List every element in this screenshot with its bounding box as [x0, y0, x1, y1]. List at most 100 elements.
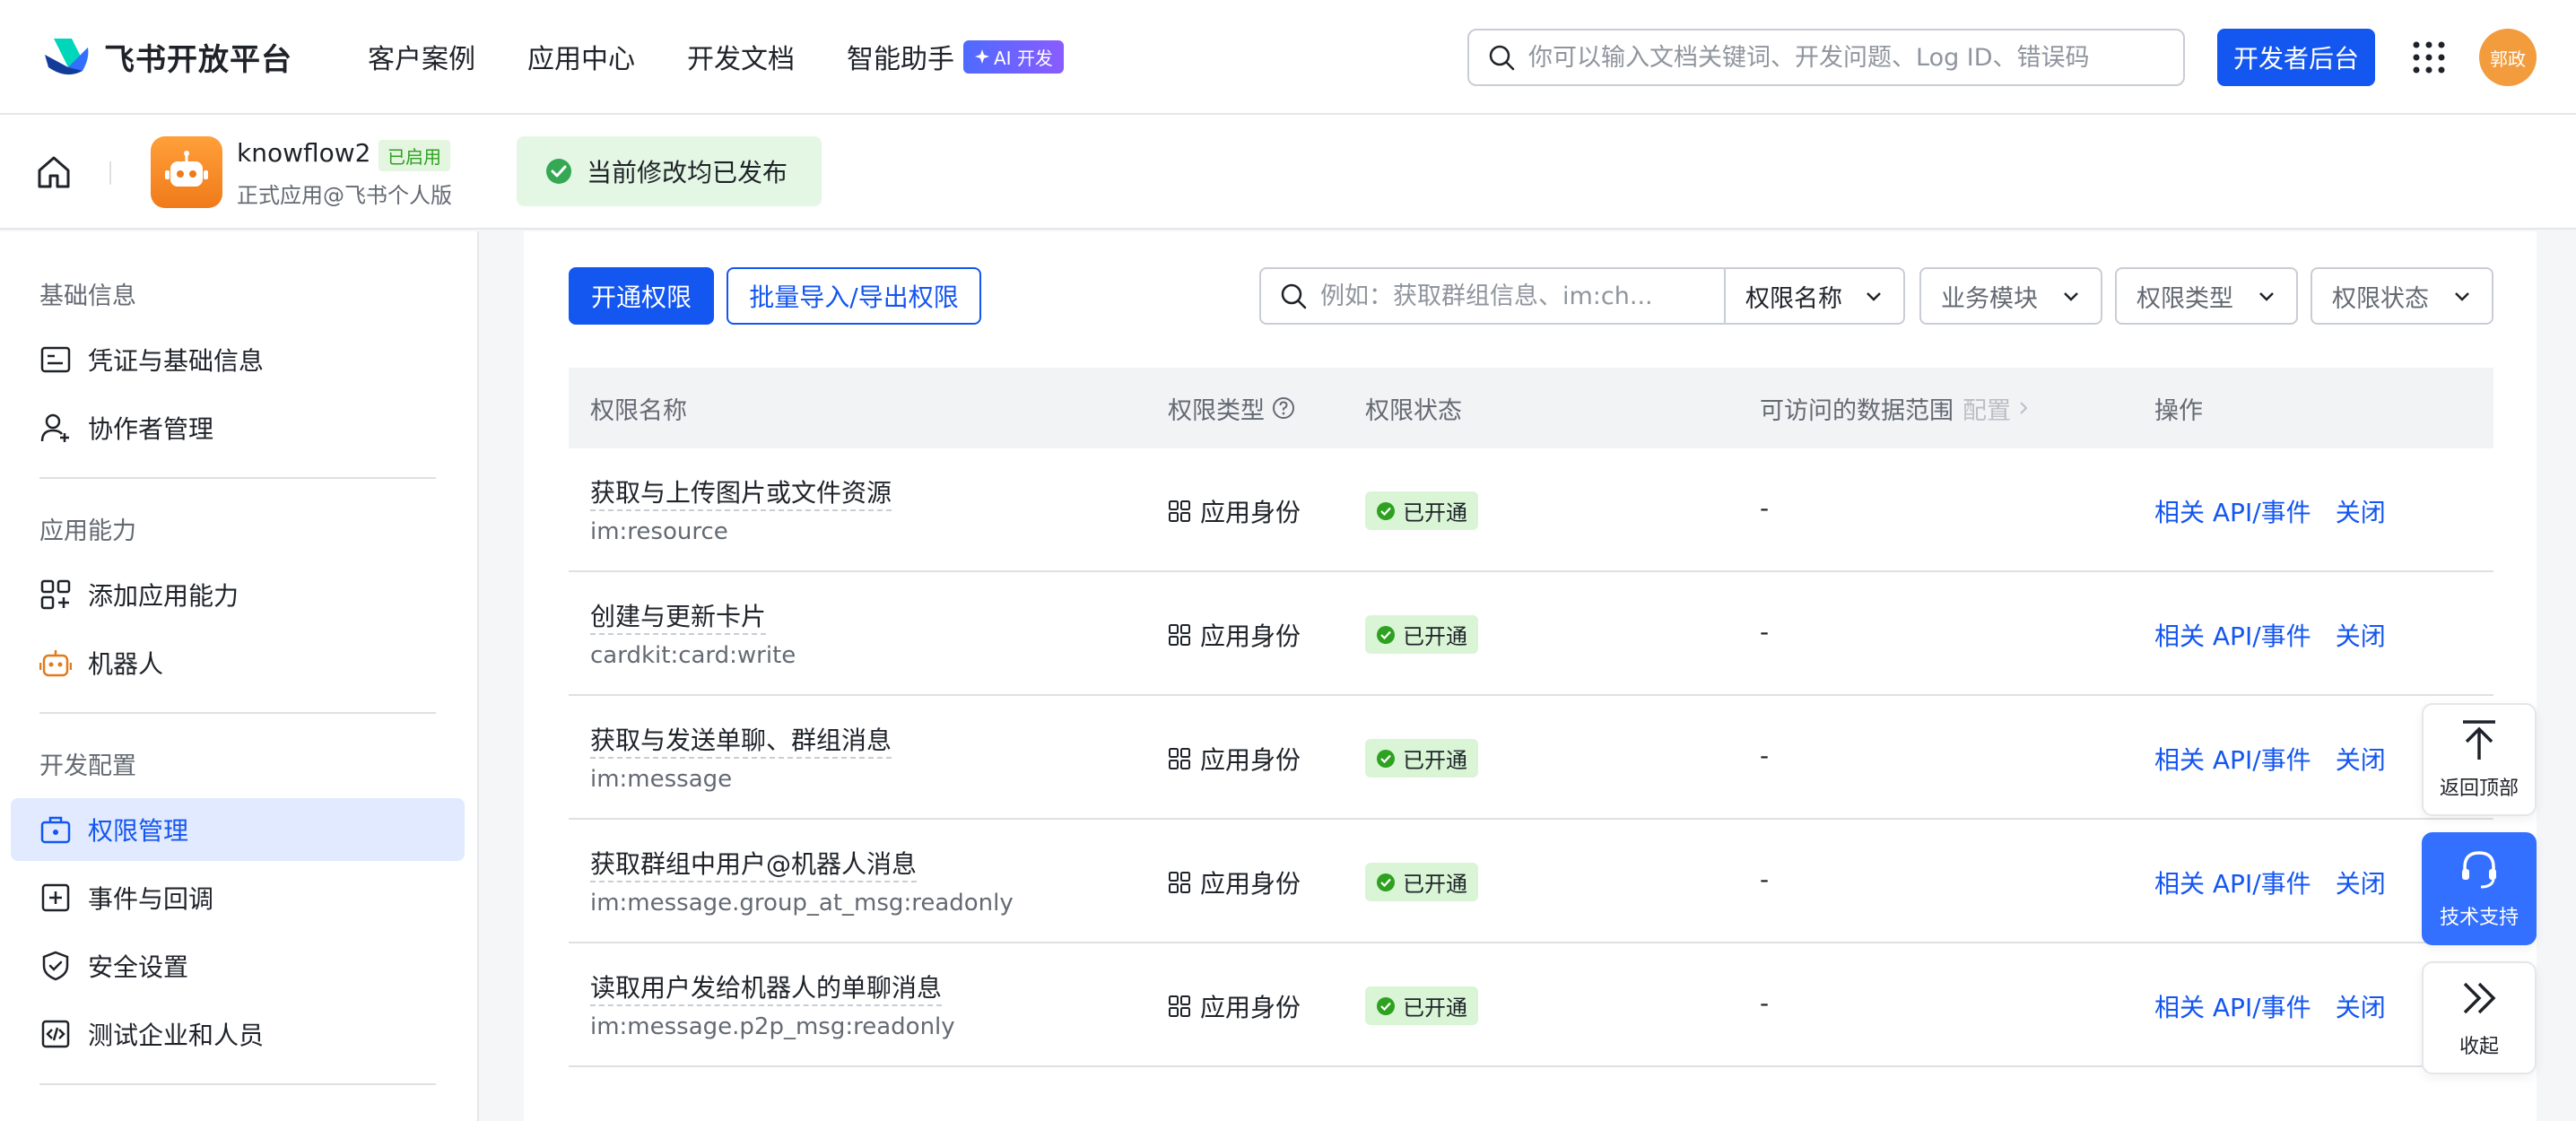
perm-name[interactable]: 读取用户发给机器人的单聊消息: [590, 973, 943, 1006]
sidebar-item-bot[interactable]: 机器人: [11, 631, 465, 694]
nav-link-app-center[interactable]: 应用中心: [527, 37, 635, 76]
help-circle-icon[interactable]: [1272, 396, 1295, 420]
header-action: 操作: [2154, 396, 2203, 425]
collapse-button[interactable]: 收起: [2422, 961, 2537, 1074]
table-row: 获取与上传图片或文件资源 im:resource 应用身份 已开通 - 相关 A…: [569, 448, 2493, 572]
home-icon[interactable]: [36, 154, 72, 190]
user-add-icon: [40, 413, 69, 442]
filter-permission-type[interactable]: 权限类型: [2115, 267, 2298, 325]
sidebar-divider: [39, 477, 436, 479]
related-api-link[interactable]: 相关 API/事件: [2154, 621, 2311, 651]
related-api-link[interactable]: 相关 API/事件: [2154, 745, 2311, 775]
sidebar-item-label: 安全设置: [88, 952, 189, 982]
app-grid-icon[interactable]: [2411, 39, 2447, 75]
close-permission-link[interactable]: 关闭: [2336, 498, 2386, 527]
divider: [109, 161, 111, 185]
global-search-input[interactable]: [1528, 43, 2156, 72]
batch-import-export-button[interactable]: 批量导入/导出权限: [727, 267, 981, 325]
perm-actions: 相关 API/事件 关闭: [2154, 865, 2386, 900]
filter-permission-name[interactable]: 权限名称: [1724, 267, 1905, 325]
sidebar-item-add-capability[interactable]: 添加应用能力: [11, 563, 465, 626]
permission-search-input[interactable]: [1320, 282, 1715, 310]
nav-links: 客户案例 应用中心 开发文档 智能助手 AI 开发: [368, 37, 1116, 76]
perm-name[interactable]: 获取群组中用户@机器人消息: [590, 849, 918, 882]
check-circle-icon: [1377, 749, 1395, 768]
ai-badge: AI 开发: [963, 39, 1064, 74]
status-badge: 已开通: [1365, 491, 1478, 530]
sidebar-item-label: 测试企业和人员: [88, 1021, 265, 1050]
grid-app-icon: [1169, 748, 1190, 769]
close-permission-link[interactable]: 关闭: [2336, 993, 2386, 1022]
perm-code: im:resource: [590, 518, 728, 545]
status-badge: 已开通: [1365, 615, 1478, 654]
filter-value: 权限状态: [2332, 284, 2429, 313]
scope-config-link[interactable]: 配置: [1962, 391, 2011, 426]
permission-search[interactable]: [1259, 267, 1729, 325]
sidebar-group-dev: 开发配置: [39, 752, 136, 780]
related-api-link[interactable]: 相关 API/事件: [2154, 498, 2311, 527]
perm-scope: -: [1760, 493, 1770, 523]
app-subtitle: 正式应用@飞书个人版: [237, 183, 452, 208]
tech-support-button[interactable]: 技术支持: [2422, 832, 2537, 945]
perm-actions: 相关 API/事件 关闭: [2154, 988, 2386, 1024]
filter-business-module[interactable]: 业务模块: [1919, 267, 2102, 325]
grid-app-icon: [1169, 500, 1190, 522]
close-permission-link[interactable]: 关闭: [2336, 745, 2386, 775]
status-badge: 已开通: [1365, 739, 1478, 778]
perm-name[interactable]: 创建与更新卡片: [590, 602, 767, 635]
developer-console-button[interactable]: 开发者后台: [2217, 29, 2375, 86]
sidebar-item-permissions[interactable]: 权限管理: [11, 798, 465, 861]
header-name: 权限名称: [590, 396, 687, 425]
table-row: 创建与更新卡片 cardkit:card:write 应用身份 已开通 - 相关…: [569, 572, 2493, 696]
filter-permission-status[interactable]: 权限状态: [2311, 267, 2493, 325]
sidebar-item-events[interactable]: 事件与回调: [11, 866, 465, 929]
grid-app-icon: [1169, 995, 1190, 1017]
chevron-down-icon: [2455, 292, 2469, 301]
back-to-top-button[interactable]: 返回顶部: [2422, 703, 2537, 816]
chevron-right-icon: [2020, 402, 2028, 414]
related-api-link[interactable]: 相关 API/事件: [2154, 869, 2311, 899]
close-permission-link[interactable]: 关闭: [2336, 621, 2386, 651]
brand[interactable]: 飞书开放平台: [41, 35, 292, 79]
enable-permission-button[interactable]: 开通权限: [569, 267, 714, 325]
perm-status-cell: 已开通: [1365, 986, 1478, 1025]
perm-name[interactable]: 获取与上传图片或文件资源: [590, 478, 892, 511]
sidebar-item-credentials[interactable]: 凭证与基础信息: [11, 328, 465, 391]
nav-link-docs[interactable]: 开发文档: [687, 37, 795, 76]
sidebar-item-collaborators[interactable]: 协作者管理: [11, 396, 465, 459]
sidebar-item-security[interactable]: 安全设置: [11, 934, 465, 997]
filter-value: 权限名称: [1745, 284, 1842, 313]
sidebar-group-basic: 基础信息: [39, 282, 136, 310]
nav-link-cases[interactable]: 客户案例: [368, 37, 475, 76]
perm-code: im:message.p2p_msg:readonly: [590, 1013, 955, 1040]
perm-name[interactable]: 获取与发送单聊、群组消息: [590, 726, 892, 759]
header-type-label: 权限类型: [1168, 396, 1265, 425]
sidebar-item-label: 权限管理: [88, 816, 189, 846]
global-search[interactable]: [1467, 29, 2185, 86]
bot-icon: [39, 650, 72, 677]
table-row: 读取用户发给机器人的单聊消息 im:message.p2p_msg:readon…: [569, 943, 2493, 1067]
chevron-down-icon: [1867, 292, 1881, 301]
user-avatar[interactable]: 郭政: [2479, 29, 2537, 86]
chevron-double-right-icon: [2463, 982, 2496, 1014]
sparkle-icon: [975, 49, 989, 64]
perm-status-cell: 已开通: [1365, 615, 1478, 654]
check-circle-icon: [1377, 625, 1395, 644]
publish-status-text: 当前修改均已发布: [587, 158, 788, 187]
event-add-icon: [41, 883, 70, 912]
arrow-up-to-top-icon: [2463, 720, 2495, 760]
related-api-link[interactable]: 相关 API/事件: [2154, 993, 2311, 1022]
nav-link-assistant[interactable]: 智能助手 AI 开发: [847, 37, 1064, 76]
perm-scope: -: [1760, 741, 1770, 770]
perm-scope: -: [1760, 617, 1770, 647]
status-text: 已开通: [1403, 872, 1467, 897]
headset-icon: [2462, 851, 2496, 889]
perm-code: im:message: [590, 766, 733, 793]
grid-app-icon: [1169, 872, 1190, 893]
perm-name-cell: 读取用户发给机器人的单聊消息 im:message.p2p_msg:readon…: [590, 969, 955, 1040]
sidebar-item-test[interactable]: 测试企业和人员: [11, 1003, 465, 1065]
id-card-icon: [40, 346, 71, 373]
code-box-icon: [41, 1020, 70, 1048]
back-to-top-label: 返回顶部: [2439, 778, 2519, 800]
close-permission-link[interactable]: 关闭: [2336, 869, 2386, 899]
